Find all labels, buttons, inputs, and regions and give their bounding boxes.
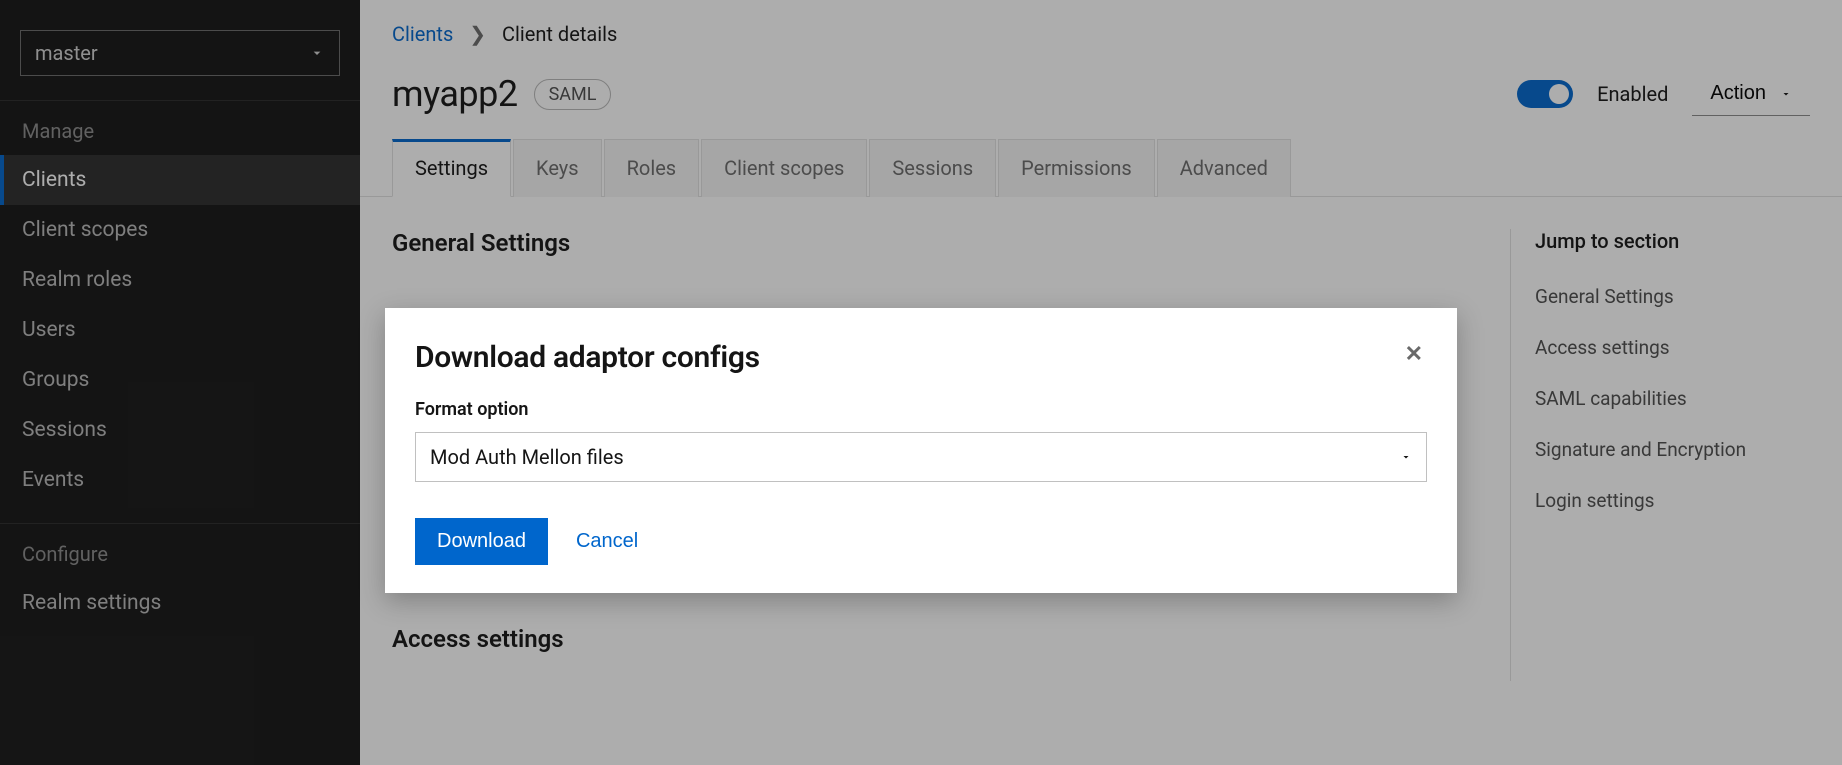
modal-actions: Download Cancel bbox=[415, 518, 1427, 565]
download-button[interactable]: Download bbox=[415, 518, 548, 565]
format-option-label: Format option bbox=[415, 399, 1427, 420]
cancel-button[interactable]: Cancel bbox=[576, 530, 638, 553]
modal-header: Download adaptor configs ✕ bbox=[415, 340, 1427, 375]
format-option-select[interactable]: Mod Auth Mellon files bbox=[415, 432, 1427, 482]
caret-down-icon bbox=[1400, 451, 1412, 463]
modal-title: Download adaptor configs bbox=[415, 340, 760, 375]
close-icon[interactable]: ✕ bbox=[1401, 340, 1427, 369]
format-option-value: Mod Auth Mellon files bbox=[430, 445, 624, 469]
download-adaptor-modal: Download adaptor configs ✕ Format option… bbox=[385, 308, 1457, 593]
